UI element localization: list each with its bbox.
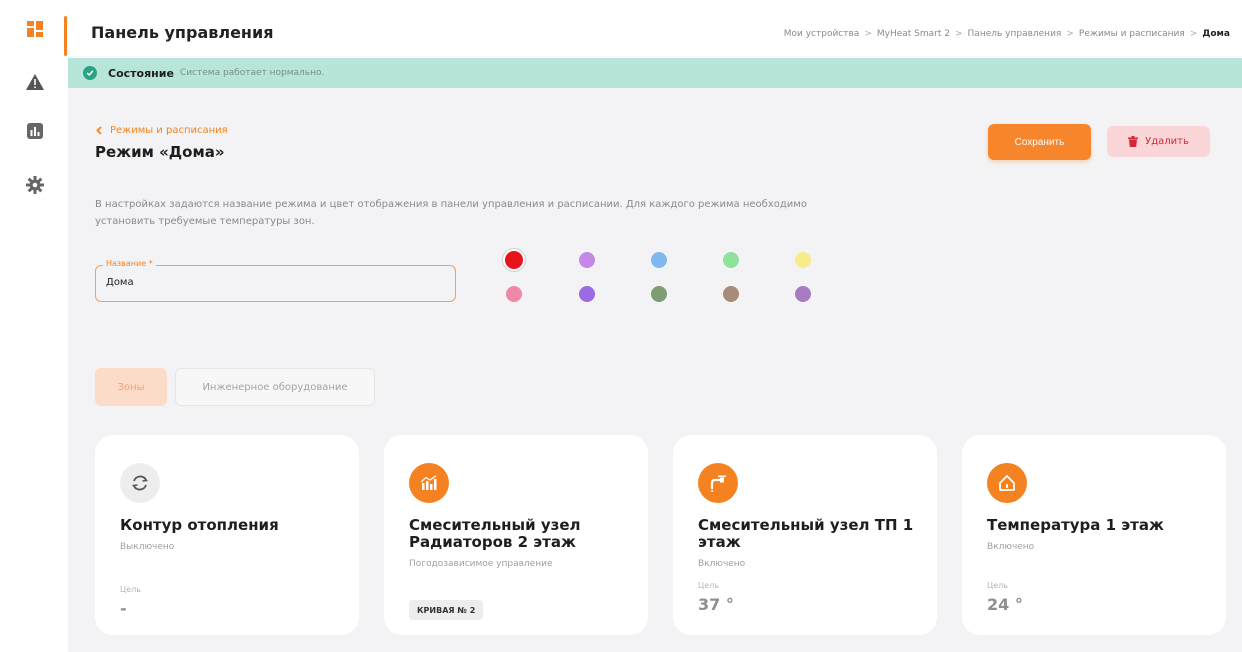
top-header: Панель управления Мои устройства > MyHea…	[68, 10, 1242, 56]
breadcrumb-separator: >	[1066, 29, 1074, 39]
zone-title: Смесительный узел ТП 1 этаж	[698, 516, 914, 551]
zone-goal-label: Цель	[120, 585, 141, 594]
sidebar	[0, 10, 68, 652]
tap-icon	[698, 463, 738, 503]
color-swatch[interactable]	[505, 251, 523, 269]
mode-title: Режим «Дома»	[95, 143, 225, 161]
breadcrumb-separator: >	[954, 29, 963, 39]
dashboard-icon[interactable]	[26, 20, 44, 38]
gear-icon[interactable]	[26, 176, 44, 194]
zone-card[interactable]: Температура 1 этаж Включено Цель 24 °	[962, 435, 1226, 635]
warning-icon[interactable]	[26, 73, 44, 91]
sidebar-divider	[64, 16, 67, 56]
back-link-label: Режимы и расписания	[110, 125, 228, 136]
save-button[interactable]: Сохранить	[988, 124, 1091, 160]
name-input[interactable]	[106, 277, 436, 288]
house-icon	[987, 463, 1027, 503]
zone-card[interactable]: Смесительный узел ТП 1 этаж Включено Цел…	[673, 435, 937, 635]
zone-title: Контур отопления	[120, 516, 279, 534]
breadcrumb: Мои устройства > MyHeat Smart 2 > Панель…	[784, 29, 1230, 39]
back-link[interactable]: Режимы и расписания	[96, 125, 228, 136]
mode-description: В настройках задаются название режима и …	[95, 199, 807, 227]
name-field[interactable]: Название *	[95, 259, 456, 302]
zone-card[interactable]: Контур отопления Выключено Цель -	[95, 435, 359, 635]
color-swatch[interactable]	[579, 286, 595, 302]
color-swatch[interactable]	[795, 286, 811, 302]
cycle-icon	[120, 463, 160, 503]
trash-icon	[1128, 136, 1139, 147]
check-icon	[83, 66, 97, 80]
page-title: Панель управления	[91, 23, 274, 42]
chevron-left-icon	[96, 126, 102, 135]
zone-goal-value: 37 °	[698, 595, 734, 614]
zone-state: Выключено	[120, 542, 175, 552]
color-swatch[interactable]	[506, 286, 522, 302]
zone-card[interactable]: Смесительный узел Радиаторов 2 этаж Пого…	[384, 435, 648, 635]
curve-badge: КРИВАЯ № 2	[409, 600, 484, 620]
zone-title: Смесительный узел Радиаторов 2 этаж	[409, 516, 581, 551]
color-swatch[interactable]	[723, 252, 739, 268]
zone-goal-value: -	[120, 599, 127, 618]
zone-state: Включено	[987, 542, 1035, 552]
status-message: Система работает нормально.	[179, 68, 325, 78]
zone-title: Температура 1 этаж	[987, 516, 1164, 534]
tab-zones[interactable]: Зоны	[95, 368, 167, 406]
chart-icon	[409, 463, 449, 503]
zone-goal-label: Цель	[698, 581, 719, 590]
breadcrumb-item[interactable]: Мои устройства	[784, 29, 860, 39]
breadcrumb-separator: >	[1189, 29, 1198, 39]
breadcrumb-item[interactable]: Панель управления	[968, 29, 1062, 39]
breadcrumb-item[interactable]: Режимы и расписания	[1079, 29, 1185, 39]
zone-state: Включено	[698, 559, 746, 569]
breadcrumb-current: Дома	[1202, 29, 1230, 39]
color-swatch[interactable]	[651, 286, 667, 302]
stats-icon[interactable]	[26, 122, 44, 140]
main-content: Режимы и расписания Режим «Дома» Сохрани…	[68, 88, 1242, 652]
zone-state: Погодозависимое управление	[409, 559, 553, 569]
color-swatch[interactable]	[723, 286, 739, 302]
color-swatch[interactable]	[795, 252, 811, 268]
zone-goal-label: Цель	[987, 581, 1008, 590]
tab-engineering-equipment[interactable]: Инженерное оборудование	[175, 368, 375, 406]
breadcrumb-item[interactable]: MyHeat Smart 2	[877, 29, 950, 39]
status-label: Состояние	[108, 66, 174, 80]
zone-goal-value: 24 °	[987, 595, 1023, 614]
delete-button[interactable]: Удалить	[1107, 126, 1210, 157]
breadcrumb-separator: >	[864, 29, 872, 39]
name-field-label: Название *	[103, 259, 156, 268]
status-bar: Состояние Система работает нормально.	[68, 58, 1242, 88]
delete-button-label: Удалить	[1145, 136, 1189, 147]
color-swatch[interactable]	[651, 252, 667, 268]
color-swatch[interactable]	[579, 252, 595, 268]
